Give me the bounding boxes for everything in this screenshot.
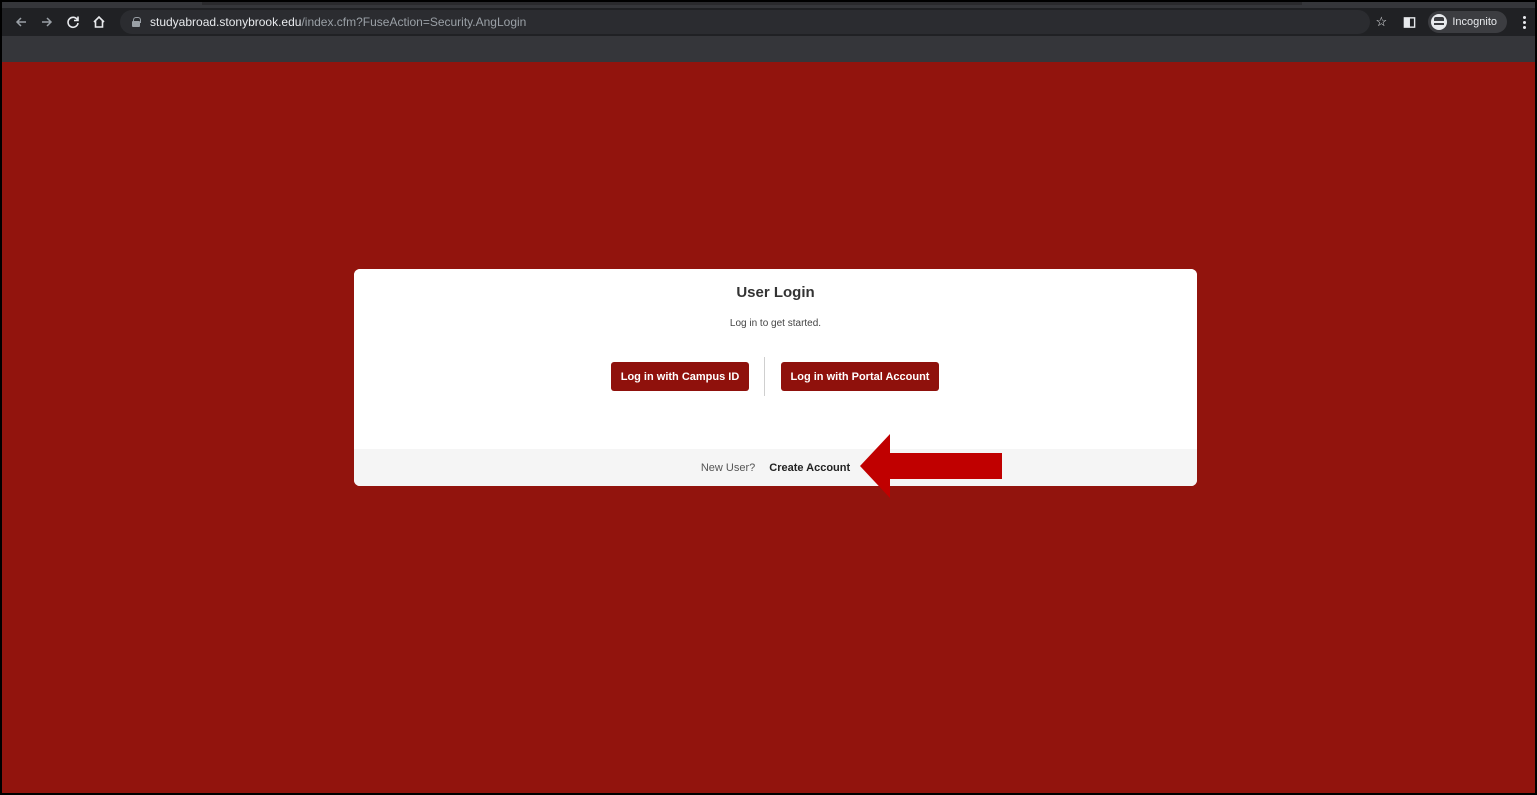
url-host: studyabroad.stonybrook.edu — [150, 15, 302, 29]
url-path: /index.cfm?FuseAction=Security.AngLogin — [301, 15, 527, 29]
lock-icon — [132, 17, 141, 27]
forward-button[interactable] — [36, 11, 58, 33]
back-button[interactable] — [10, 11, 32, 33]
annotation-arrow-icon — [860, 434, 1002, 498]
incognito-icon — [1431, 14, 1448, 30]
campus-id-login-button[interactable]: Log in with Campus ID — [611, 362, 749, 391]
tab-strip — [202, 2, 1302, 5]
home-button[interactable] — [88, 11, 110, 33]
login-subtitle: Log in to get started. — [729, 318, 822, 329]
browser-toolbar: studyabroad.stonybrook.edu/index.cfm?Fus… — [2, 8, 1535, 36]
screen-frame: studyabroad.stonybrook.edu/index.cfm?Fus… — [0, 0, 1537, 795]
browser-chrome: studyabroad.stonybrook.edu/index.cfm?Fus… — [2, 2, 1535, 62]
home-icon — [93, 15, 105, 28]
address-bar[interactable]: studyabroad.stonybrook.edu/index.cfm?Fus… — [120, 10, 1370, 34]
reload-button[interactable] — [62, 11, 84, 33]
arrow-right-icon — [42, 17, 53, 27]
button-divider — [764, 357, 765, 396]
incognito-label: Incognito — [1452, 16, 1497, 28]
incognito-indicator[interactable]: Incognito — [1428, 11, 1507, 33]
side-panel-glyph — [1403, 16, 1416, 28]
star-icon[interactable]: ☆ — [1372, 13, 1390, 31]
toolbar-right: ☆ Incognito — [1372, 10, 1527, 34]
arrow-left-icon — [15, 17, 26, 27]
new-user-label: New User? — [700, 461, 756, 474]
login-card-footer: New User? Create Account — [354, 449, 1197, 486]
reload-icon — [67, 16, 79, 29]
login-card-body: User Login Log in to get started. Log in… — [354, 269, 1197, 449]
login-card: User Login Log in to get started. Log in… — [354, 269, 1197, 486]
kebab-menu-icon[interactable] — [1523, 15, 1527, 29]
portal-account-login-button[interactable]: Log in with Portal Account — [781, 362, 939, 391]
annotation-arrow-shape — [860, 434, 1002, 498]
create-account-link[interactable]: Create Account — [769, 462, 850, 474]
side-panel-icon[interactable] — [1400, 13, 1418, 31]
page-title: User Login — [736, 284, 815, 301]
page-background: User Login Log in to get started. Log in… — [2, 62, 1535, 793]
